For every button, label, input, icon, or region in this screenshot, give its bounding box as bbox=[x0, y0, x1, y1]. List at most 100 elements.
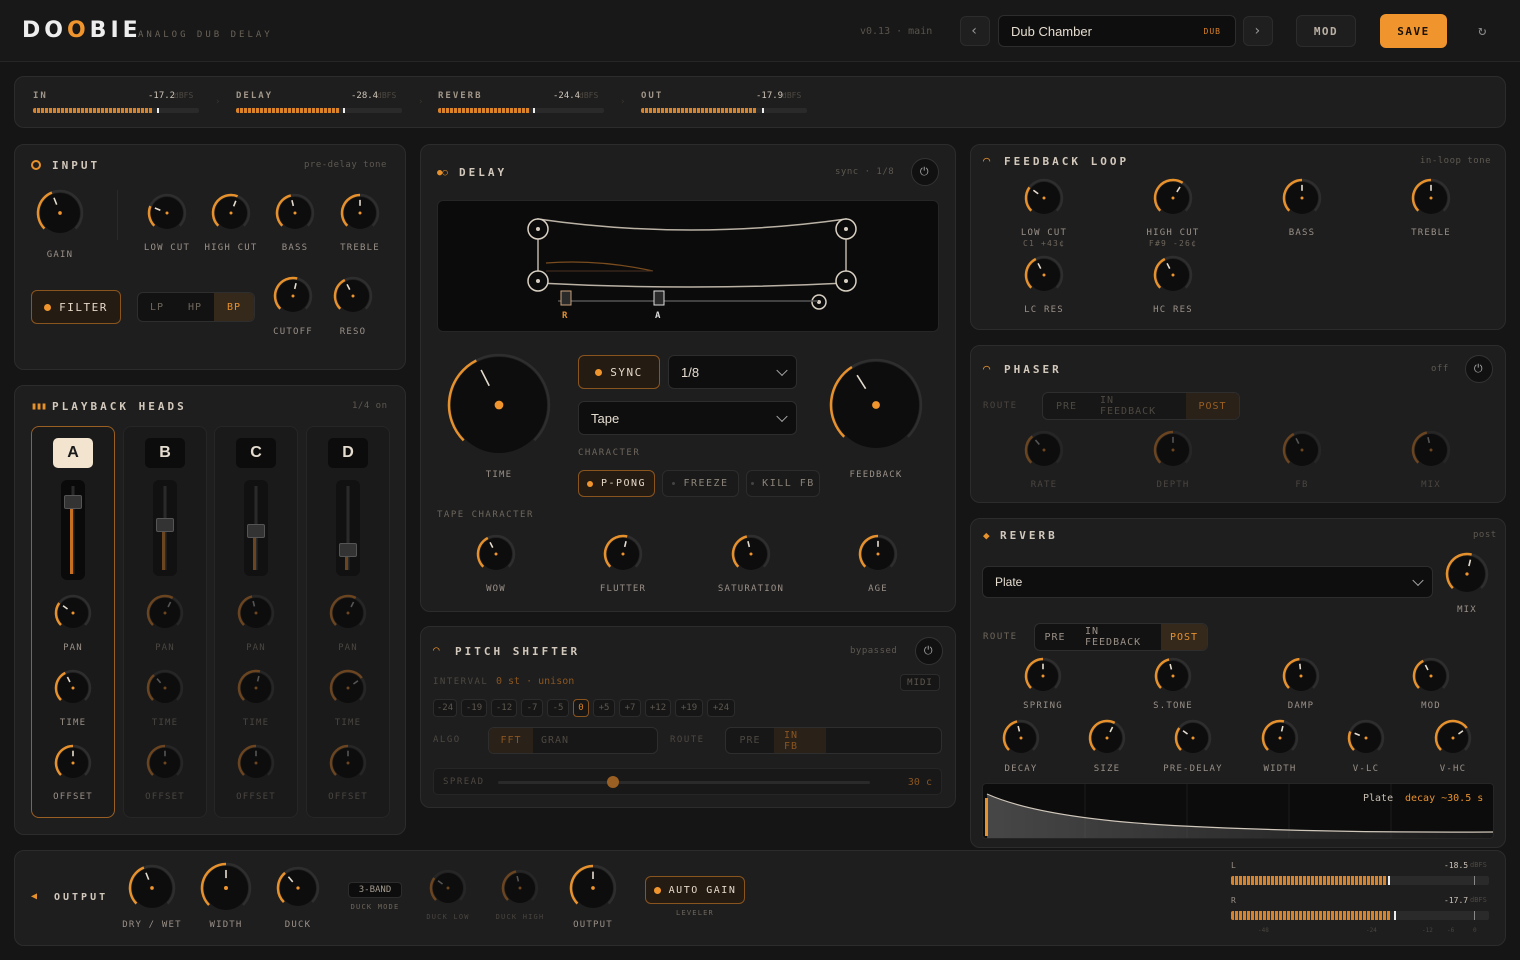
filter-mode-bp[interactable]: BP bbox=[214, 293, 254, 321]
phaser-route-post[interactable]: POST bbox=[1186, 393, 1239, 419]
head-pan-knob[interactable] bbox=[237, 594, 275, 628]
filter-mode-lp[interactable]: LP bbox=[138, 293, 176, 321]
head-select-button-a[interactable]: A bbox=[53, 438, 93, 468]
algo-gran[interactable]: GRAN bbox=[533, 728, 577, 753]
pitch-route-selector[interactable]: PRE IN FB bbox=[725, 727, 942, 754]
reverb-size-knob[interactable] bbox=[1088, 719, 1126, 753]
preset-prev-button[interactable]: ‹ bbox=[960, 16, 990, 46]
fb-bass-knob[interactable] bbox=[1282, 178, 1322, 214]
interval-chip[interactable]: -24 bbox=[433, 699, 457, 717]
reverb-mod-knob[interactable] bbox=[1412, 657, 1450, 691]
head-time-knob[interactable] bbox=[146, 669, 184, 703]
pitch-route-pre[interactable]: PRE bbox=[726, 728, 774, 753]
interval-chip[interactable]: +19 bbox=[675, 699, 703, 717]
sync-toggle[interactable]: SYNC bbox=[578, 355, 660, 389]
duck-knob[interactable] bbox=[276, 866, 320, 906]
fader-cap[interactable] bbox=[339, 543, 357, 558]
treble-knob[interactable] bbox=[340, 193, 380, 229]
spread-thumb[interactable] bbox=[607, 776, 620, 788]
head-time-knob[interactable] bbox=[329, 669, 367, 703]
preset-next-button[interactable]: › bbox=[1243, 16, 1273, 46]
phaser-route-selector[interactable]: PRE IN FEEDBACK POST bbox=[1042, 392, 1240, 420]
output-knob[interactable] bbox=[569, 864, 617, 908]
fader-cap[interactable] bbox=[247, 523, 265, 538]
fb-treble-knob[interactable] bbox=[1411, 178, 1451, 214]
head-time-knob[interactable] bbox=[237, 669, 275, 703]
delay-power-button[interactable]: ⏻ bbox=[911, 158, 939, 186]
spread-slider[interactable]: SPREAD 30 c bbox=[433, 768, 942, 795]
interval-chip[interactable]: -12 bbox=[491, 699, 517, 717]
interval-chip[interactable]: -19 bbox=[461, 699, 487, 717]
character-freeze-button[interactable]: FREEZE bbox=[662, 470, 739, 497]
filter-mode-hp[interactable]: HP bbox=[176, 293, 214, 321]
character-ppong-button[interactable]: P-PONG bbox=[578, 470, 655, 497]
phaser-route-pre[interactable]: PRE bbox=[1043, 393, 1090, 419]
saturation-knob[interactable] bbox=[731, 534, 771, 570]
reverb-damp-knob[interactable] bbox=[1282, 657, 1320, 691]
phaser-route-infeedback[interactable]: IN FEEDBACK bbox=[1090, 393, 1186, 419]
high-cut-knob[interactable] bbox=[211, 193, 251, 229]
low-cut-knob[interactable] bbox=[147, 193, 187, 229]
preset-selector[interactable]: Dub Chamber DUB bbox=[998, 15, 1236, 47]
head-select-button-d[interactable]: D bbox=[328, 438, 368, 468]
interval-chip[interactable]: +7 bbox=[619, 699, 641, 717]
algo-fft[interactable]: FFT bbox=[489, 728, 533, 753]
phaser-depth-knob[interactable] bbox=[1153, 430, 1193, 466]
dry-wet-knob[interactable] bbox=[128, 864, 176, 908]
width-knob[interactable] bbox=[200, 862, 252, 910]
auto-gain-toggle[interactable]: AUTO GAIN bbox=[645, 876, 745, 904]
head-select-button-c[interactable]: C bbox=[236, 438, 276, 468]
reso-knob[interactable] bbox=[333, 276, 373, 312]
reverb-type-dropdown[interactable]: Plate bbox=[982, 566, 1433, 598]
reverb-stone-knob[interactable] bbox=[1154, 657, 1192, 691]
reverb-width-knob[interactable] bbox=[1261, 719, 1299, 753]
interval-chip[interactable]: +24 bbox=[707, 699, 735, 717]
flutter-knob[interactable] bbox=[603, 534, 643, 570]
interval-chip[interactable]: 0 bbox=[573, 699, 589, 717]
phaser-mix-knob[interactable] bbox=[1411, 430, 1451, 466]
head-select-button-b[interactable]: B bbox=[145, 438, 185, 468]
head-offset-knob[interactable] bbox=[146, 744, 184, 778]
reverb-v-hc-knob[interactable] bbox=[1434, 719, 1472, 753]
phaser-fb-knob[interactable] bbox=[1282, 430, 1322, 466]
head-offset-knob[interactable] bbox=[237, 744, 275, 778]
interval-chip[interactable]: +5 bbox=[593, 699, 615, 717]
head-pan-knob[interactable] bbox=[146, 594, 184, 628]
pitch-power-button[interactable]: ⏻ bbox=[915, 637, 943, 665]
head-level-fader[interactable] bbox=[336, 480, 360, 576]
head-offset-knob[interactable] bbox=[54, 744, 92, 778]
head-level-fader[interactable] bbox=[61, 480, 85, 580]
division-dropdown[interactable]: 1/8 bbox=[668, 355, 797, 389]
fb-high-cut-knob[interactable] bbox=[1153, 178, 1193, 214]
fb-hc-res-knob[interactable] bbox=[1153, 255, 1193, 291]
phaser-rate-knob[interactable] bbox=[1024, 430, 1064, 466]
head-time-knob[interactable] bbox=[54, 669, 92, 703]
wow-knob[interactable] bbox=[476, 534, 516, 570]
reset-icon[interactable]: ↻ bbox=[1468, 15, 1498, 47]
filter-mode-selector[interactable]: LP HP BP bbox=[137, 292, 255, 322]
tape-type-dropdown[interactable]: Tape bbox=[578, 401, 797, 435]
interval-chip[interactable]: +12 bbox=[645, 699, 671, 717]
head-level-fader[interactable] bbox=[153, 480, 177, 576]
reverb-decay-knob[interactable] bbox=[1002, 719, 1040, 753]
character-killfb-button[interactable]: KILL FB bbox=[746, 470, 820, 497]
fb-lc-res-knob[interactable] bbox=[1024, 255, 1064, 291]
fb-low-cut-knob[interactable] bbox=[1024, 178, 1064, 214]
head-level-fader[interactable] bbox=[244, 480, 268, 576]
duck-low-knob[interactable] bbox=[429, 869, 467, 903]
cutoff-knob[interactable] bbox=[273, 276, 313, 312]
interval-chip[interactable]: -7 bbox=[521, 699, 543, 717]
phaser-power-button[interactable]: ⏻ bbox=[1465, 355, 1493, 383]
reverb-route-infeedback[interactable]: IN FEEDBACK bbox=[1075, 624, 1161, 650]
duck-high-knob[interactable] bbox=[501, 869, 539, 903]
gain-knob[interactable] bbox=[36, 189, 84, 233]
feedback-knob[interactable] bbox=[829, 358, 923, 448]
reverb-spring-knob[interactable] bbox=[1024, 657, 1062, 691]
head-offset-knob[interactable] bbox=[329, 744, 367, 778]
age-knob[interactable] bbox=[858, 534, 898, 570]
interval-chip[interactable]: -5 bbox=[547, 699, 569, 717]
fader-cap[interactable] bbox=[156, 517, 174, 532]
head-pan-knob[interactable] bbox=[54, 594, 92, 628]
pitch-route-infb[interactable]: IN FB bbox=[774, 728, 826, 753]
fader-cap[interactable] bbox=[64, 494, 82, 509]
